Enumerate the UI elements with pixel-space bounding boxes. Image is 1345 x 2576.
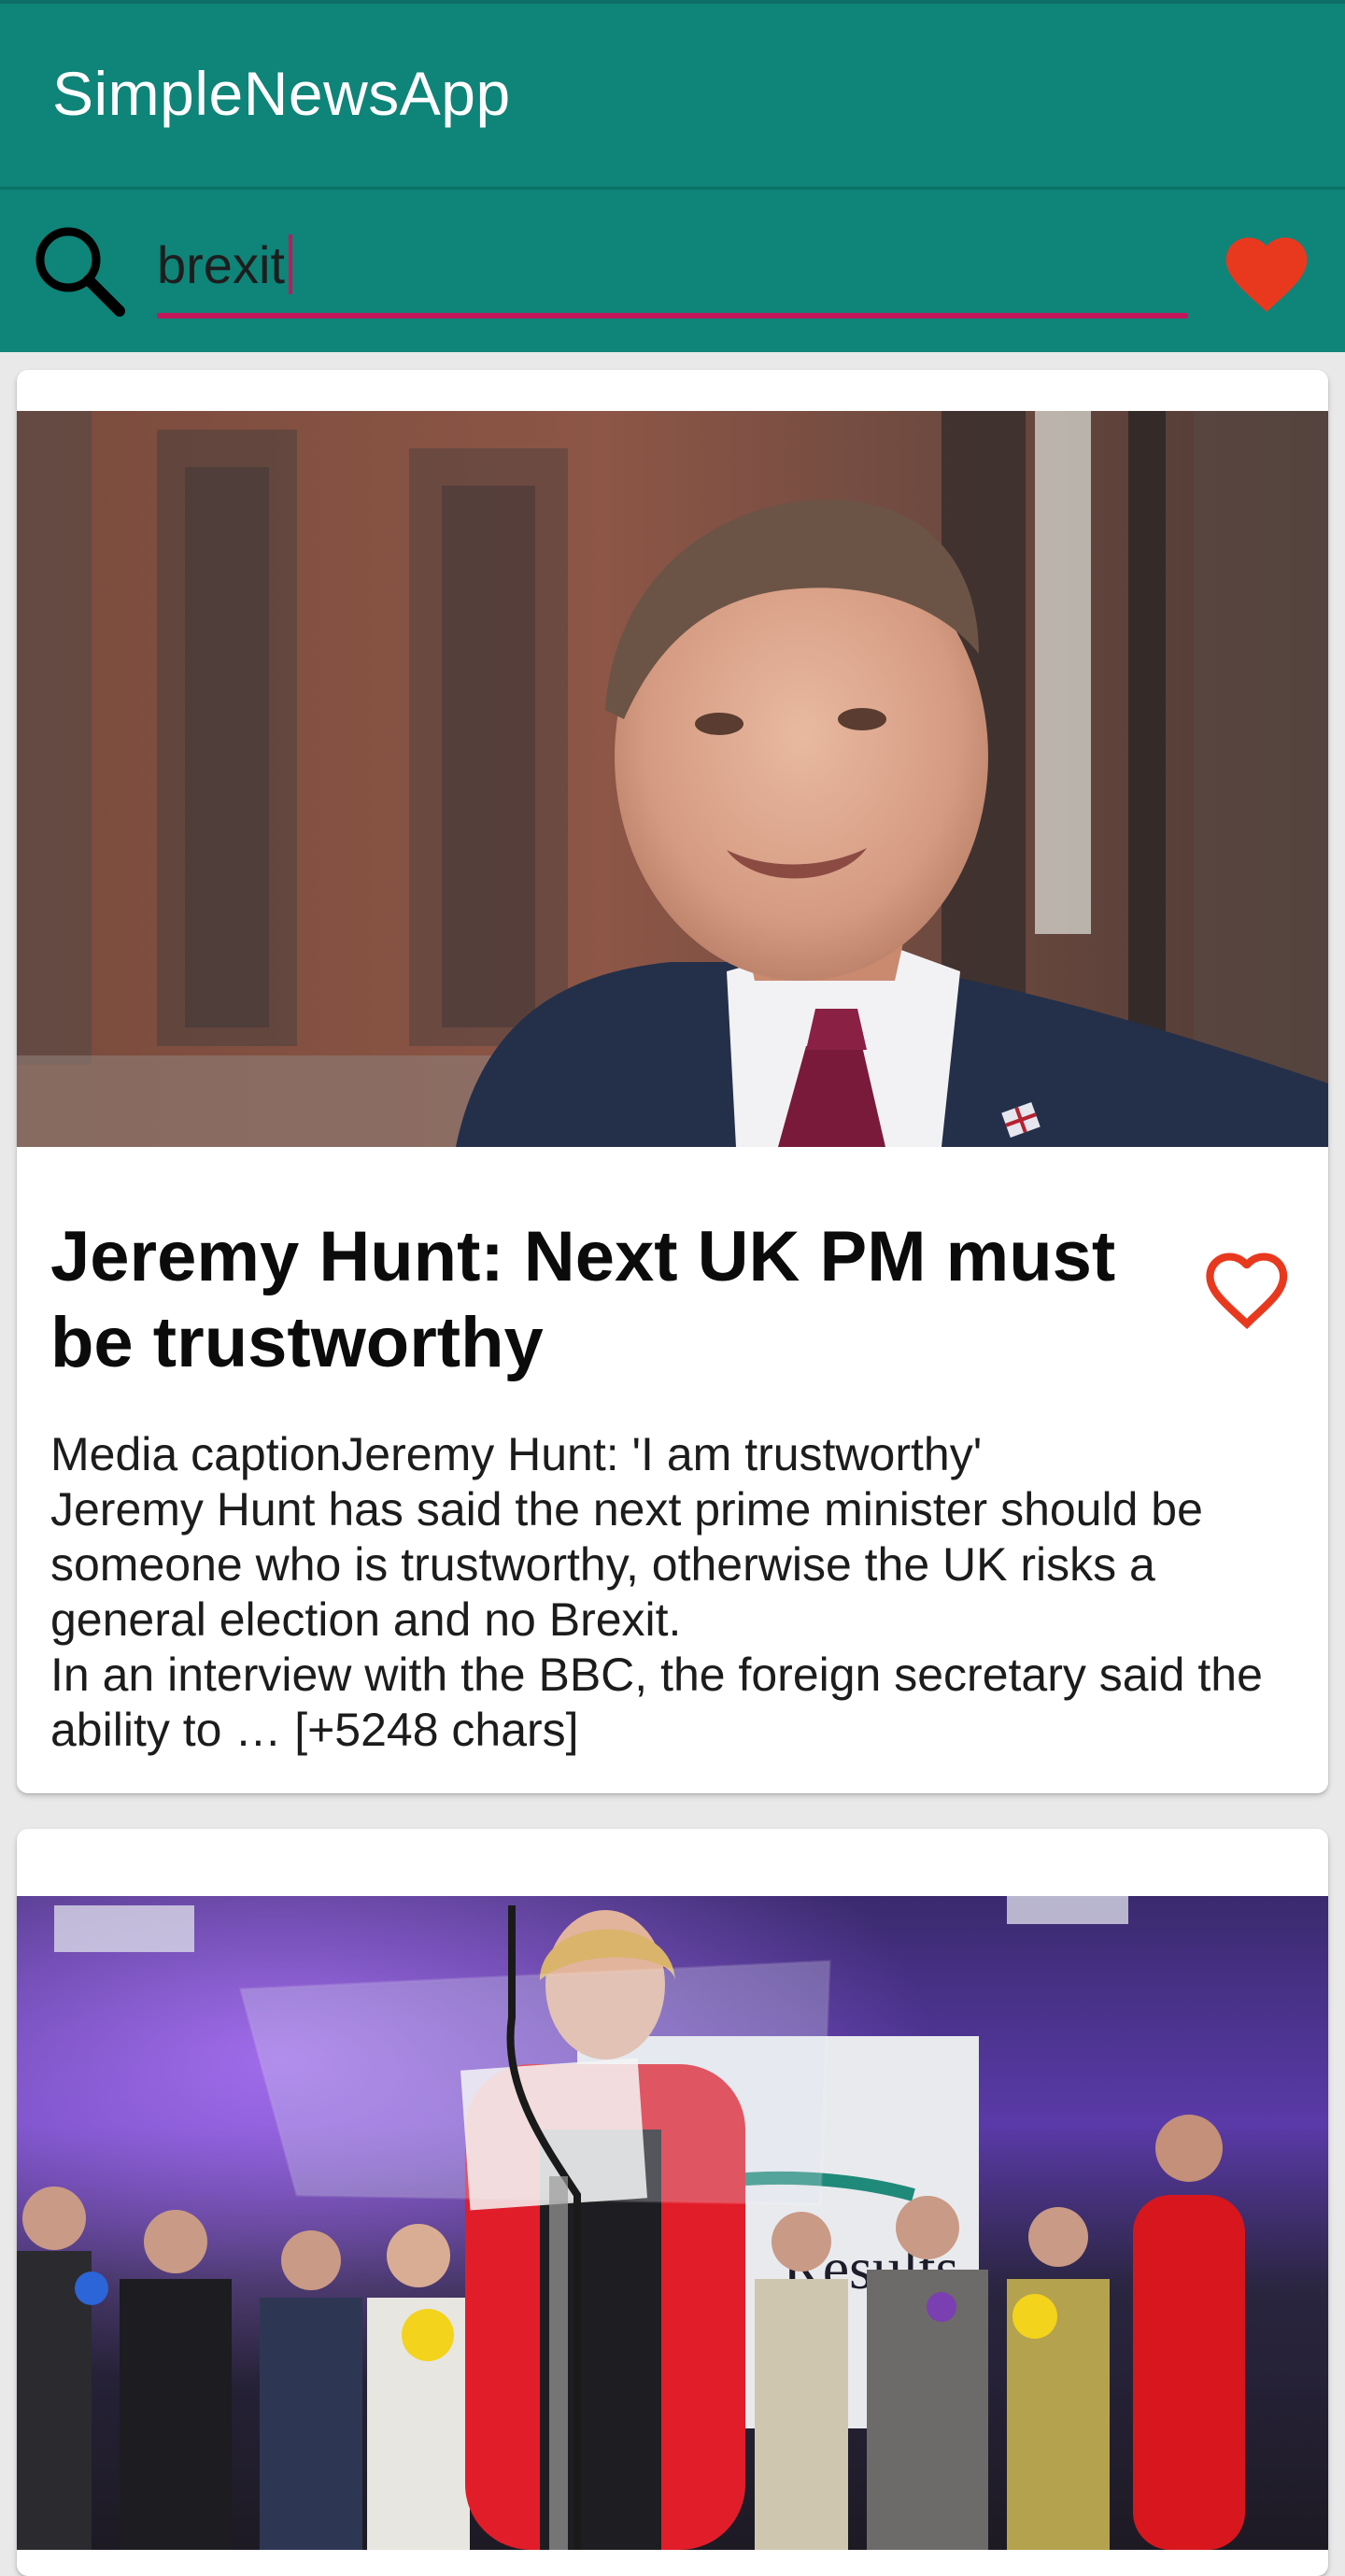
heart-outline-icon[interactable]	[1196, 1238, 1298, 1332]
search-input[interactable]	[157, 223, 1188, 305]
article-card[interactable]: Jeremy Hunt: Next UK PM must be trustwor…	[17, 370, 1328, 1793]
search-toolbar	[0, 190, 1345, 352]
article-photo: Results	[17, 1896, 1328, 2550]
favorites-heart-icon[interactable]	[1218, 225, 1315, 315]
article-title[interactable]: Jeremy Hunt: Next UK PM must be trustwor…	[50, 1214, 1153, 1386]
article-image	[17, 411, 1328, 1147]
app-bar: SimpleNewsApp	[0, 4, 1345, 187]
text-caret	[289, 234, 292, 294]
app-title: SimpleNewsApp	[52, 59, 511, 128]
search-field[interactable]	[157, 223, 1188, 320]
search-underline	[157, 313, 1188, 318]
search-icon[interactable]	[28, 219, 129, 320]
article-description: Media captionJeremy Hunt: 'I am trustwor…	[50, 1428, 1263, 1756]
article-image: Results	[17, 1896, 1328, 2550]
article-card[interactable]: Results	[17, 1829, 1328, 2576]
article-photo	[17, 411, 1328, 1147]
